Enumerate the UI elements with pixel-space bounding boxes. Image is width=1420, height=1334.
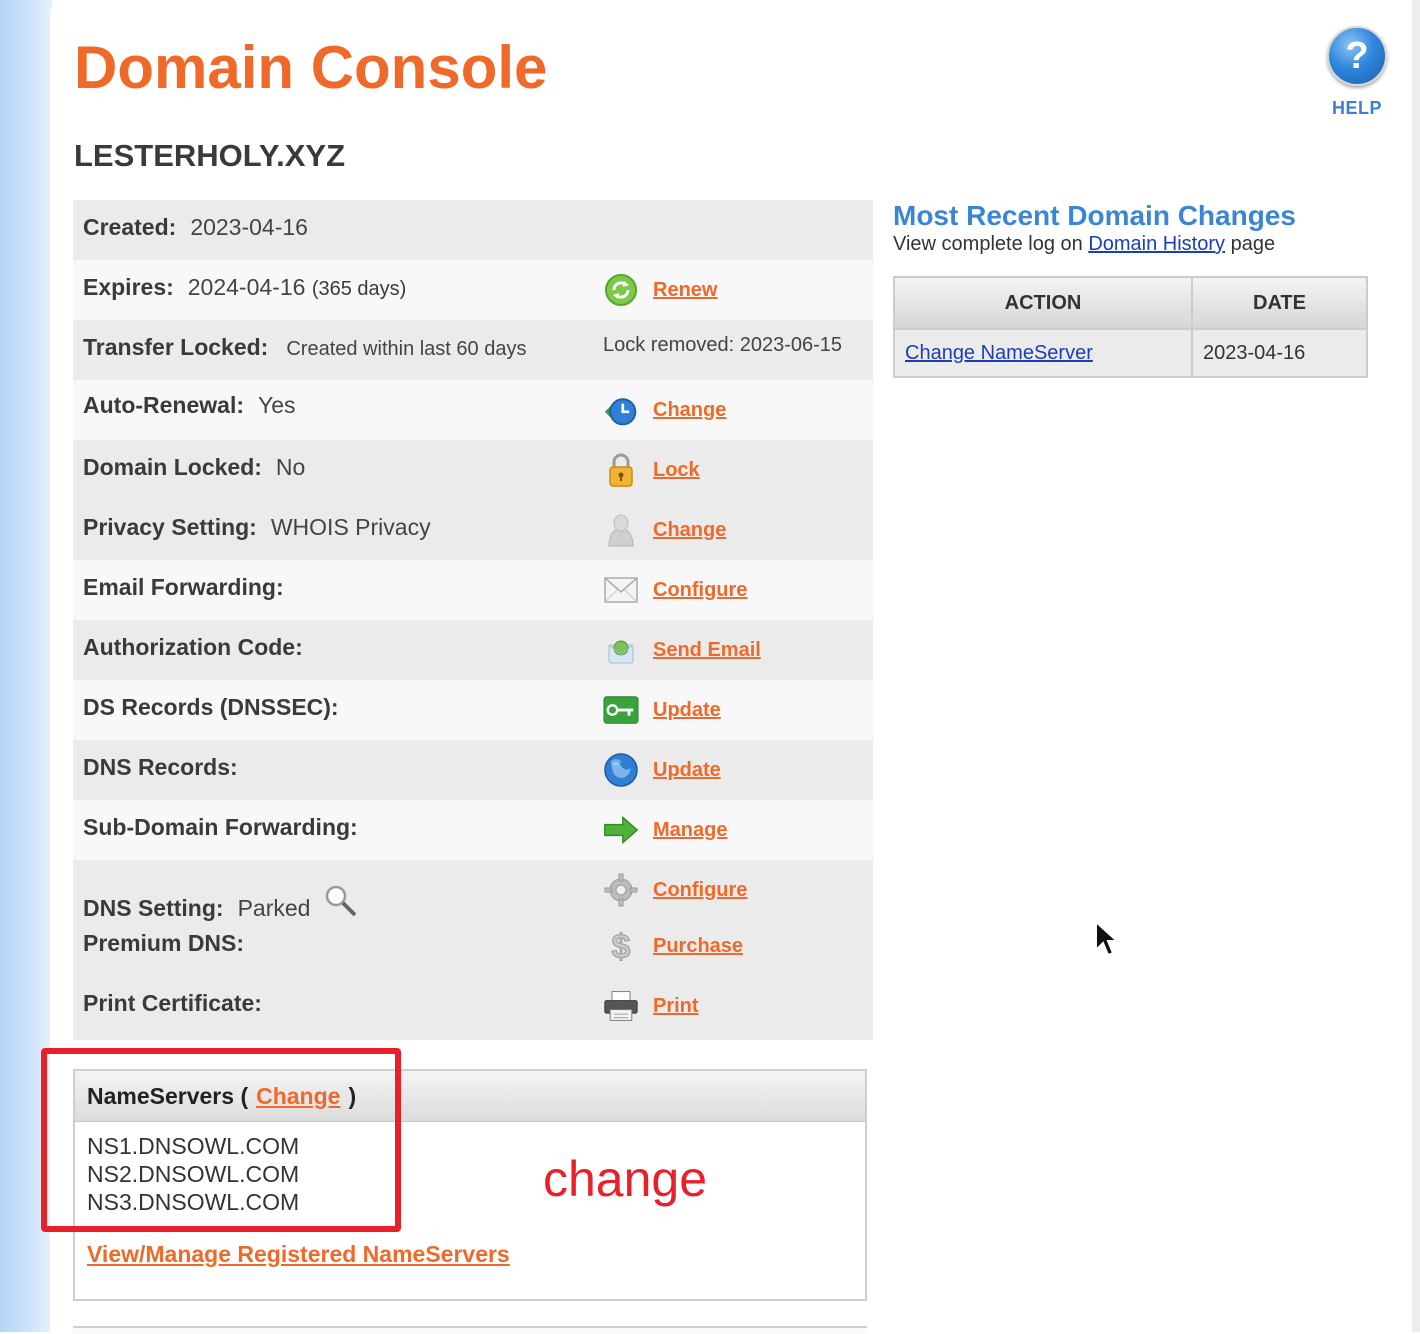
envelope-icon[interactable] (603, 572, 639, 608)
mail-send-icon[interactable] (603, 632, 639, 668)
row-expires: Expires: 2024-04-16 (365 days) Renew (73, 260, 873, 320)
row-transfer-locked: Transfer Locked: Created within last 60 d… (73, 320, 873, 380)
nameserver-item: NS1.DNSOWL.COM (87, 1133, 300, 1159)
recent-changes-subtitle: View complete log on Domain History page (893, 233, 1275, 256)
svg-text:$: $ (612, 928, 631, 964)
lock-link[interactable]: Lock (653, 459, 700, 482)
dns-setting-label: DNS Setting: (83, 895, 224, 921)
ds-records-update-link[interactable]: Update (653, 699, 721, 722)
print-certificate-label: Print Certificate: (83, 990, 262, 1016)
dns-setting-configure-link[interactable]: Configure (653, 879, 747, 902)
column-header-action: ACTION (893, 276, 1193, 330)
expires-value: 2024-04-16 (187, 274, 306, 300)
auth-code-label: Authorization Code: (83, 634, 303, 660)
row-auto-renewal: Auto-Renewal: Yes Change (73, 377, 873, 440)
nameserver-list: NS1.DNSOWL.COM NS2.DNSOWL.COM NS3.DNSOWL… (75, 1122, 865, 1216)
expires-label: Expires: (83, 274, 174, 300)
privacy-change-link[interactable]: Change (653, 519, 726, 542)
row-divider (593, 377, 873, 380)
row-dns-records: DNS Records: Update (73, 740, 873, 800)
row-authorization-code: Authorization Code: Send Email (73, 620, 873, 680)
nameservers-heading-close: ) (348, 1082, 357, 1109)
created-value: 2023-04-16 (190, 214, 308, 240)
row-subdomain-forwarding: Sub-Domain Forwarding: Manage (73, 800, 873, 860)
clock-icon[interactable] (603, 392, 639, 428)
auto-renewal-change-link[interactable]: Change (653, 399, 726, 422)
page-title: Domain Console (74, 34, 548, 101)
nameservers-change-link[interactable]: Change (256, 1083, 340, 1110)
nameservers-heading: NameServers ( (87, 1082, 249, 1109)
left-background-strip (0, 0, 52, 1332)
scrollbar-track[interactable] (1412, 0, 1420, 1332)
transfer-value: Created within last 60 days (286, 338, 527, 360)
dns-records-label: DNS Records: (83, 754, 238, 780)
dns-records-update-link[interactable]: Update (653, 759, 721, 782)
domain-locked-label: Domain Locked: (83, 454, 262, 480)
recent-changes-title: Most Recent Domain Changes (893, 200, 1296, 231)
nameservers-header: NameServers ( Change ) (75, 1071, 865, 1122)
arrow-right-icon[interactable] (603, 812, 639, 848)
help-label[interactable]: HELP (1326, 98, 1388, 119)
row-ds-records: DS Records (DNSSEC): Update (73, 680, 873, 740)
renew-icon[interactable] (603, 272, 639, 308)
auto-renewal-value: Yes (258, 392, 296, 418)
domain-locked-value: No (275, 454, 306, 480)
table-header-row: ACTION DATE (893, 276, 1368, 330)
renew-link[interactable]: Renew (653, 279, 717, 302)
table-cell-action: Change NameServer (893, 328, 1193, 378)
created-label: Created: (83, 214, 177, 240)
privacy-label: Privacy Setting: (83, 514, 257, 540)
email-forwarding-configure-link[interactable]: Configure (653, 579, 747, 602)
dns-setting-value: Parked (237, 895, 311, 921)
lock-removed-note: Lock removed: 2023-06-15 (603, 334, 843, 356)
help-button[interactable]: ? HELP (1326, 26, 1388, 118)
transfer-label: Transfer Locked: (83, 334, 269, 360)
mouse-cursor-icon (1094, 919, 1120, 963)
printer-icon[interactable] (603, 988, 639, 1024)
domain-details: Created: 2023-04-16 Expires: 2024-04-16 (3… (73, 200, 873, 1040)
manage-nameservers-link[interactable]: View/Manage Registered NameServers (87, 1241, 510, 1268)
premium-dns-label: Premium DNS: (83, 930, 245, 956)
email-forwarding-label: Email Forwarding: (83, 574, 284, 600)
column-header-date: DATE (1191, 276, 1368, 330)
row-dns-setting-group: DNS Setting: Parked Configure Premium DNS… (73, 860, 873, 1040)
nameservers-panel: NameServers ( Change ) NS1.DNSOWL.COM NS… (73, 1069, 867, 1301)
padlock-icon[interactable] (603, 452, 639, 488)
privacy-value: WHOIS Privacy (270, 514, 431, 540)
dollar-icon[interactable]: $ (603, 928, 639, 964)
globe-icon[interactable] (603, 752, 639, 788)
domain-history-link[interactable]: Domain History (1088, 233, 1225, 255)
subdomain-manage-link[interactable]: Manage (653, 819, 727, 842)
ds-records-label: DS Records (DNSSEC): (83, 694, 339, 720)
row-privacy-setting: Privacy Setting: WHOIS Privacy Change (73, 500, 873, 560)
print-link[interactable]: Print (653, 995, 699, 1018)
table-row: Change NameServer 2023-04-16 (893, 328, 1368, 378)
send-email-link[interactable]: Send Email (653, 639, 761, 662)
auto-renewal-label: Auto-Renewal: (83, 392, 244, 418)
nameserver-item: NS2.DNSOWL.COM (87, 1161, 300, 1187)
row-created: Created: 2023-04-16 (73, 200, 873, 260)
gear-icon[interactable] (603, 872, 639, 908)
row-domain-locked: Domain Locked: No Lock (73, 440, 873, 500)
nameserver-item: NS3.DNSOWL.COM (87, 1189, 300, 1215)
expires-days: (365 days) (311, 278, 407, 300)
recent-sub-prefix: View complete log on (893, 233, 1083, 255)
annotation-text: change (543, 1151, 708, 1207)
premium-dns-purchase-link[interactable]: Purchase (653, 935, 743, 958)
user-silhouette-icon[interactable] (603, 512, 639, 548)
change-nameserver-link[interactable]: Change NameServer (905, 342, 1093, 364)
row-email-forwarding: Email Forwarding: Configure (73, 560, 873, 620)
recent-changes-table: ACTION DATE Change NameServer 2023-04-16 (893, 276, 1368, 378)
next-panel-edge (73, 1326, 867, 1334)
table-cell-date: 2023-04-16 (1191, 328, 1368, 378)
domain-name: LESTERHOLY.XYZ (74, 138, 346, 173)
magnifier-icon[interactable] (321, 882, 361, 928)
recent-sub-suffix: page (1230, 233, 1276, 255)
subdomain-label: Sub-Domain Forwarding: (83, 814, 358, 840)
key-icon[interactable] (603, 692, 639, 728)
help-icon[interactable]: ? (1327, 26, 1387, 86)
